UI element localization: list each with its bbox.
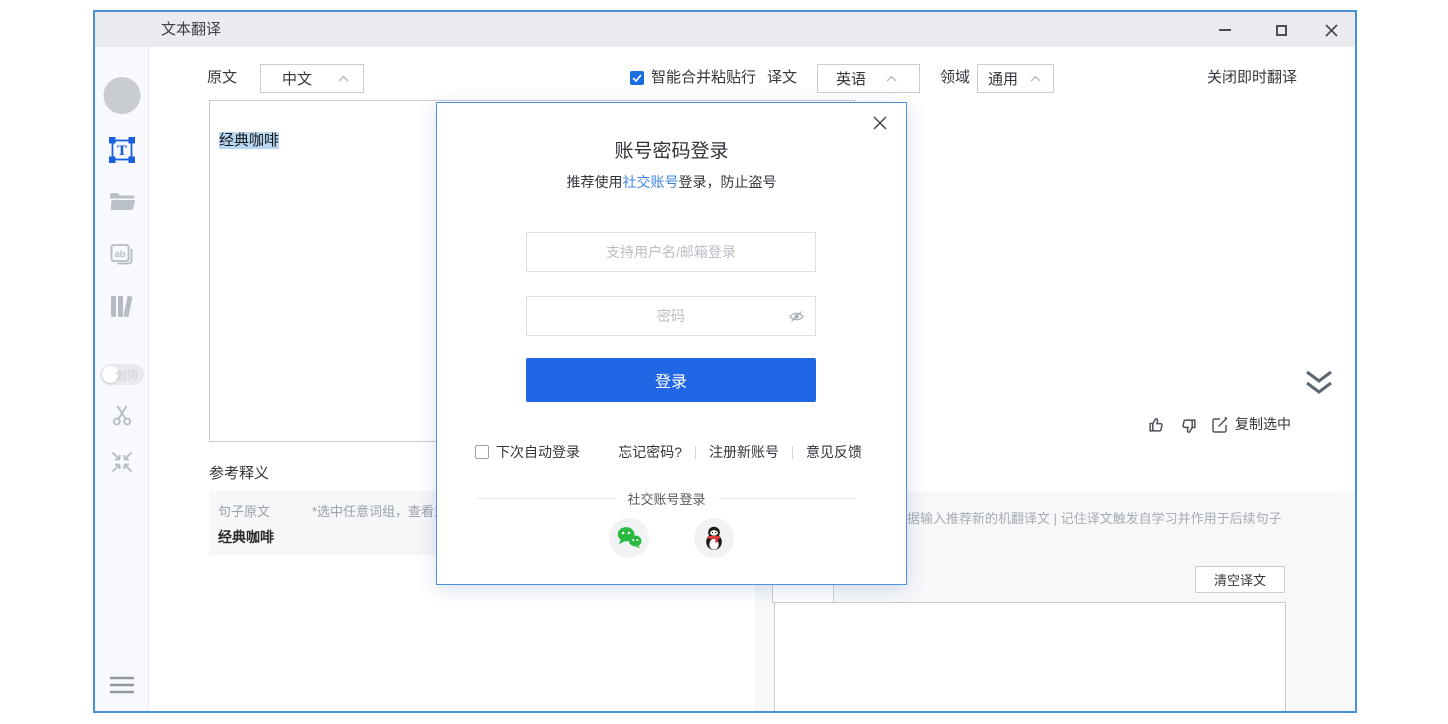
- domain-label: 领域: [940, 63, 970, 93]
- social-login-divider: 社交账号登录: [477, 489, 856, 508]
- thumbs-down-button[interactable]: [1179, 417, 1198, 436]
- hamburger-icon: [109, 675, 135, 695]
- login-button[interactable]: 登录: [526, 358, 816, 402]
- menu-button[interactable]: [109, 675, 135, 695]
- chevron-up-icon: [338, 75, 349, 82]
- modal-title: 账号密码登录: [437, 136, 906, 163]
- sidebar-item-dictionary[interactable]: ab: [109, 242, 134, 266]
- wechat-icon: [614, 523, 644, 553]
- app-window: 文本翻译 T ab: [93, 10, 1357, 713]
- svg-text:T: T: [117, 144, 127, 159]
- maximize-button[interactable]: [1269, 18, 1293, 42]
- folder-icon: [109, 191, 135, 212]
- smart-merge-checkbox[interactable]: [630, 71, 644, 85]
- divider-line: [477, 498, 615, 499]
- minimize-icon: [1219, 29, 1231, 31]
- dictionary-icon: ab: [109, 242, 134, 266]
- clear-translation-button[interactable]: 清空译文: [1195, 566, 1285, 593]
- translation-edit-area[interactable]: [774, 602, 1286, 713]
- target-language-value: 英语: [836, 68, 866, 89]
- text-select-icon: T: [108, 136, 136, 164]
- modal-subtitle: 推荐使用社交账号登录，防止盗号: [437, 172, 906, 192]
- toggle-label: 划词: [116, 367, 138, 383]
- sidebar-item-documents[interactable]: [109, 191, 135, 212]
- password-input[interactable]: [526, 296, 816, 336]
- copy-edit-icon: [1211, 415, 1229, 433]
- target-language-select[interactable]: 英语: [817, 64, 920, 93]
- forgot-password-link[interactable]: 忘记密码?: [618, 442, 682, 462]
- chevron-up-icon: [886, 75, 897, 82]
- thumbs-up-button[interactable]: [1147, 415, 1166, 434]
- modal-close-button[interactable]: [870, 113, 890, 133]
- copy-selected-label: 复制选中: [1235, 414, 1291, 434]
- source-language-select[interactable]: 中文: [260, 64, 364, 93]
- show-password-button[interactable]: [788, 308, 805, 325]
- social-account-link[interactable]: 社交账号: [623, 174, 679, 190]
- collapse-icon: [109, 449, 135, 475]
- source-label: 原文: [207, 63, 237, 93]
- instant-translate-toggle[interactable]: 关闭即时翻译: [1207, 63, 1297, 93]
- source-language-value: 中文: [282, 68, 312, 89]
- close-icon: [872, 115, 888, 131]
- feedback-link[interactable]: 意见反馈: [806, 442, 862, 462]
- divider-line: [719, 498, 857, 499]
- social-divider-label: 社交账号登录: [628, 489, 706, 508]
- screenshot-button[interactable]: [110, 404, 134, 427]
- svg-text:ab: ab: [114, 249, 125, 260]
- edit-panel-hint: 据输入推荐新的机翻译文 | 记住译文触发自学习并作用于后续句子: [907, 508, 1282, 527]
- domain-value: 通用: [988, 68, 1018, 89]
- subtitle-prefix: 推荐使用: [567, 174, 623, 190]
- collapse-window-button[interactable]: [109, 449, 135, 475]
- sentence-source-header: 句子原文: [218, 501, 270, 520]
- reference-title: 参考释义: [209, 462, 269, 483]
- reference-hint: *选中任意词组，查看对: [312, 501, 447, 520]
- expand-results-button[interactable]: [1303, 369, 1335, 396]
- sidebar: T ab 划词: [95, 47, 149, 711]
- username-input[interactable]: [526, 232, 816, 272]
- wechat-login-button[interactable]: [609, 518, 649, 558]
- reference-sentence: 经典咖啡: [218, 527, 274, 547]
- divider: [695, 446, 696, 459]
- login-options-row: 下次自动登录 忘记密码? 注册新账号 意见反馈: [475, 443, 862, 461]
- avatar[interactable]: [103, 77, 140, 114]
- social-login-row: [437, 518, 906, 558]
- titlebar: 文本翻译: [95, 12, 1355, 47]
- register-link[interactable]: 注册新账号: [709, 442, 779, 462]
- thumb-up-icon: [1147, 415, 1166, 434]
- login-modal: 账号密码登录 推荐使用社交账号登录，防止盗号 登录 下次自动登录 忘记密码?: [436, 102, 907, 585]
- window-title: 文本翻译: [161, 12, 221, 47]
- maximize-icon: [1276, 25, 1287, 36]
- domain-select[interactable]: 通用: [977, 64, 1054, 93]
- subtitle-suffix: 登录，防止盗号: [679, 174, 777, 190]
- library-icon: [108, 293, 136, 320]
- eye-off-icon: [788, 308, 805, 325]
- sidebar-item-text-translate[interactable]: T: [108, 136, 136, 164]
- chevron-up-icon: [1030, 75, 1041, 82]
- selected-source-text: 经典咖啡: [219, 132, 279, 149]
- auto-login-label: 下次自动登录: [496, 442, 580, 462]
- sidebar-item-library[interactable]: [108, 293, 136, 320]
- thumb-down-icon: [1179, 417, 1198, 436]
- qq-icon: [700, 524, 728, 552]
- scissors-icon: [110, 404, 134, 427]
- divider: [792, 446, 793, 459]
- qq-login-button[interactable]: [694, 518, 734, 558]
- auto-login-checkbox[interactable]: [475, 445, 489, 459]
- target-label: 译文: [767, 63, 797, 93]
- chevron-double-down-icon: [1303, 369, 1335, 396]
- close-window-button[interactable]: [1319, 18, 1343, 42]
- check-icon: [632, 74, 642, 82]
- word-select-toggle[interactable]: 划词: [100, 364, 144, 385]
- close-icon: [1324, 23, 1339, 38]
- minimize-button[interactable]: [1213, 18, 1237, 42]
- smart-merge-label: 智能合并粘贴行: [651, 63, 756, 93]
- copy-selected-button[interactable]: 复制选中: [1211, 414, 1291, 434]
